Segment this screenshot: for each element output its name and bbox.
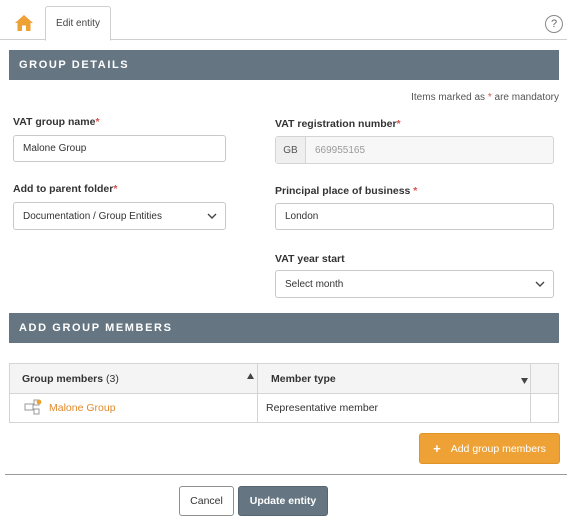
add-group-members-button[interactable]: + Add group members — [419, 433, 560, 464]
vat-registration-number-field[interactable]: GB 669955165 — [275, 136, 554, 164]
home-button[interactable] — [9, 9, 39, 37]
column-divider — [257, 364, 258, 393]
table-row[interactable]: Malone Group Representative member — [10, 394, 558, 422]
principal-place-label: Principal place of business * — [275, 185, 417, 197]
column-header-member-type[interactable]: Member type — [271, 373, 336, 385]
vat-group-name-label-text: VAT group name — [13, 116, 96, 128]
vat-year-start-select[interactable]: Select month — [275, 270, 554, 298]
mandatory-note: Items marked as * are mandatory — [411, 92, 559, 103]
vat-year-start-value: Select month — [285, 278, 344, 290]
parent-folder-select[interactable]: Documentation / Group Entities — [13, 202, 226, 230]
plus-icon: + — [433, 441, 441, 456]
principal-place-label-text: Principal place of business — [275, 185, 414, 197]
vat-group-name-input[interactable]: Malone Group — [13, 135, 226, 162]
column-header-group-members[interactable]: Group members (3) — [22, 373, 119, 385]
update-entity-button[interactable]: Update entity — [238, 486, 328, 516]
group-members-table: Group members (3) Member type Malone Gro… — [9, 363, 559, 423]
section-header-add-group-members: ADD GROUP MEMBERS — [9, 313, 559, 343]
help-icon[interactable]: ? — [545, 15, 563, 33]
column-label-group-members: Group members — [22, 373, 104, 385]
principal-place-input[interactable]: London — [275, 203, 554, 230]
vat-group-name-label: VAT group name* — [13, 116, 100, 128]
mandatory-note-suffix: are mandatory — [491, 92, 560, 103]
footer-divider — [5, 474, 567, 475]
parent-folder-value: Documentation / Group Entities — [23, 210, 162, 222]
column-divider — [257, 394, 258, 422]
vat-country-prefix: GB — [276, 137, 306, 163]
add-group-members-label: Add group members — [450, 442, 546, 455]
required-marker: * — [396, 118, 401, 130]
member-type-value: Representative member — [266, 402, 379, 414]
column-divider — [530, 364, 531, 393]
section-header-group-details: GROUP DETAILS — [9, 50, 559, 80]
chevron-down-icon — [207, 213, 217, 219]
sort-asc-icon[interactable] — [247, 373, 254, 379]
parent-folder-label: Add to parent folder* — [13, 183, 117, 195]
table-header: Group members (3) Member type — [10, 364, 558, 394]
vat-registration-number-label: VAT registration number* — [275, 118, 401, 130]
vat-year-start-label: VAT year start — [275, 253, 345, 265]
cancel-button[interactable]: Cancel — [179, 486, 234, 516]
group-member-icon — [24, 399, 42, 415]
chevron-down-icon — [535, 281, 545, 287]
vat-registration-number-value: 669955165 — [315, 144, 366, 156]
sort-desc-icon[interactable] — [521, 378, 528, 384]
member-name-link[interactable]: Malone Group — [49, 402, 116, 414]
vat-registration-number-label-text: VAT registration number — [275, 118, 397, 130]
required-marker: * — [113, 183, 118, 195]
parent-folder-label-text: Add to parent folder — [13, 183, 114, 195]
required-marker: * — [413, 185, 418, 197]
top-bar: Edit entity ? — [0, 0, 567, 41]
mandatory-note-text: Items marked as — [411, 92, 488, 103]
column-divider — [530, 394, 531, 422]
home-icon — [15, 15, 33, 31]
tab-edit-entity[interactable]: Edit entity — [45, 6, 111, 41]
required-marker: * — [95, 116, 100, 128]
group-members-count: (3) — [106, 373, 119, 385]
